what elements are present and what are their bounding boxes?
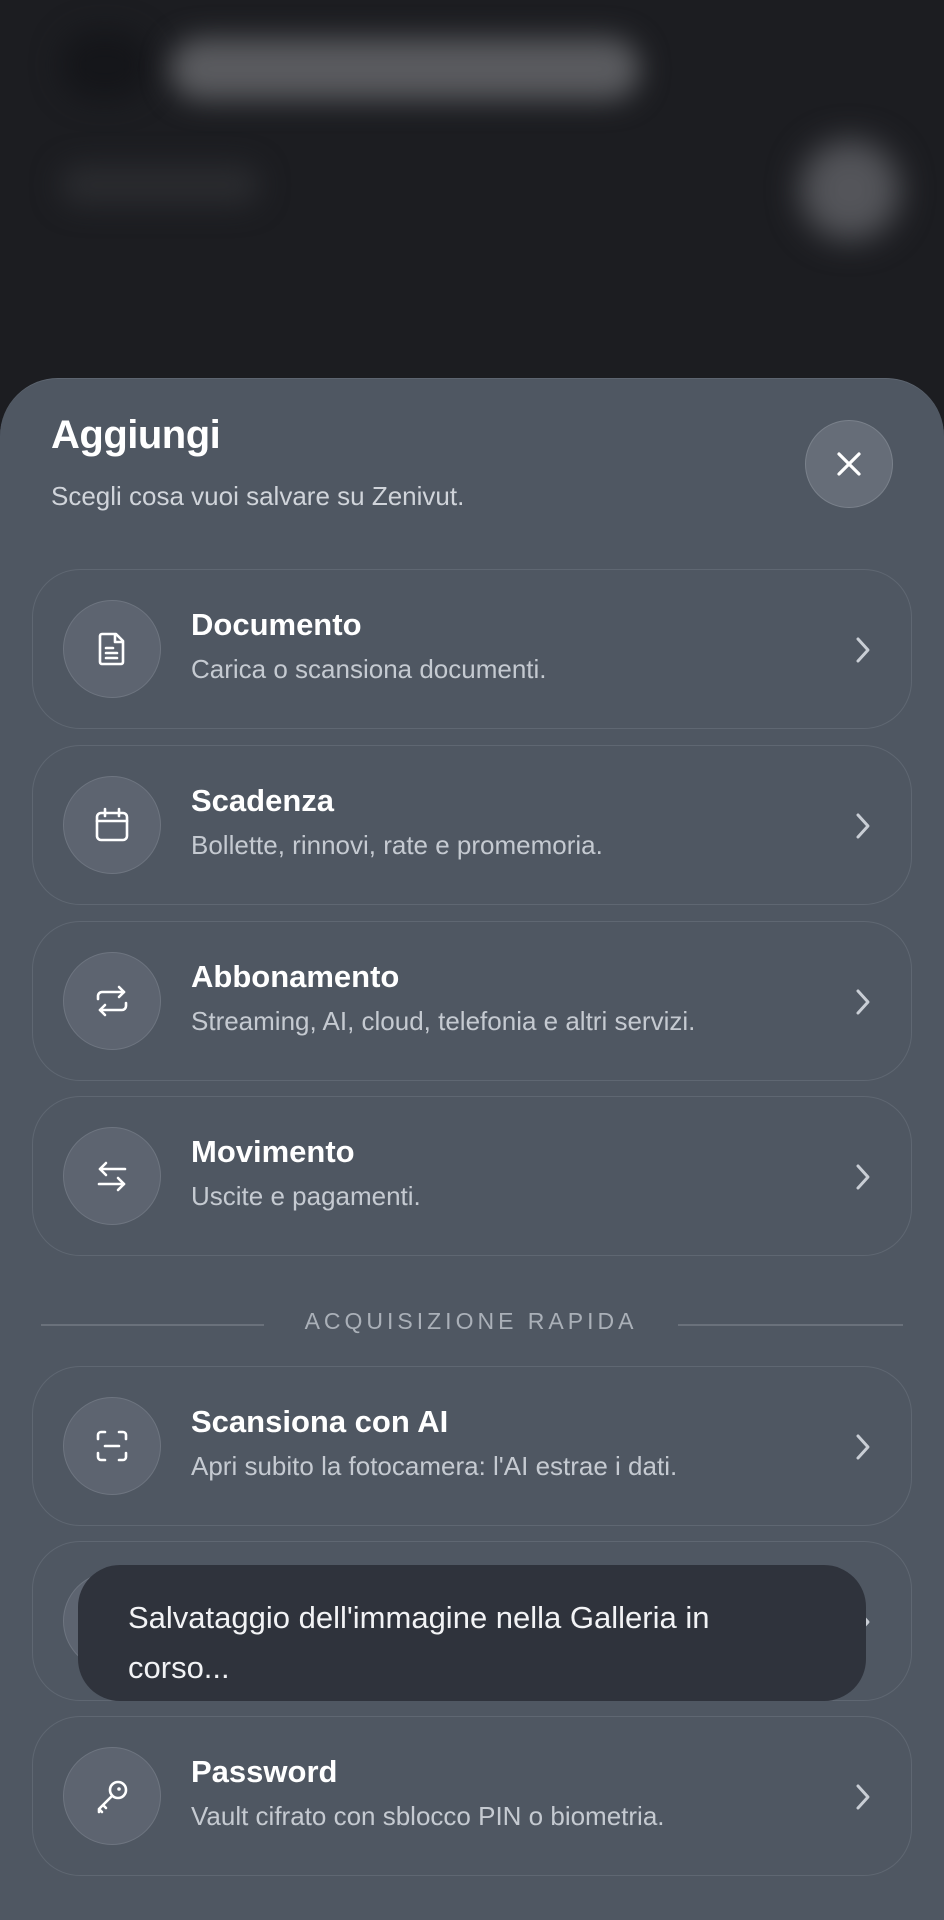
option-password[interactable]: Password Vault cifrato con sblocco PIN o… [32, 1716, 912, 1876]
transfer-arrows-icon [97, 1161, 127, 1192]
key-icon [97, 1780, 128, 1814]
option-description: Vault cifrato con sblocco PIN o biometri… [191, 1801, 665, 1831]
blurred-back-button [60, 30, 150, 100]
calendar-icon [95, 807, 129, 842]
option-title: Movimento [191, 1134, 355, 1169]
document-icon [98, 632, 125, 666]
option-description: Uscite e pagamenti. [191, 1181, 421, 1211]
option-title: Scadenza [191, 783, 335, 818]
close-button[interactable] [805, 420, 893, 508]
sheet-title: Aggiungi [51, 413, 221, 457]
chevron-right-icon [849, 1779, 877, 1815]
toast-line-1: Salvataggio dell'immagine nella Galleria… [128, 1600, 710, 1635]
toast-line-2: corso... [128, 1650, 230, 1685]
option-description: Bollette, rinnovi, rate e promemoria. [191, 830, 603, 860]
chevron-right-icon [849, 1159, 877, 1195]
section-divider-left [41, 1324, 264, 1326]
background-app [0, 0, 944, 420]
chevron-right-icon [849, 984, 877, 1020]
chevron-right-icon [849, 632, 877, 668]
option-description: Apri subito la fotocamera: l'AI estrae i… [191, 1451, 678, 1481]
option-description: Streaming, AI, cloud, telefonia e altri … [191, 1006, 696, 1036]
section-label: ACQUISIZIONE RAPIDA [304, 1308, 638, 1334]
option-icon-wrap [63, 1397, 161, 1495]
blurred-header-subtitle [60, 165, 260, 205]
section-divider-right [678, 1324, 903, 1326]
close-icon [837, 452, 861, 476]
option-icon-wrap [63, 952, 161, 1050]
option-abbonamento[interactable]: Abbonamento Streaming, AI, cloud, telefo… [32, 921, 912, 1081]
option-icon-wrap [63, 1127, 161, 1225]
repeat-icon [96, 985, 128, 1017]
option-icon-wrap [63, 1747, 161, 1845]
toast-message: Salvataggio dell'immagine nella Galleria… [78, 1565, 866, 1701]
option-title: Password [191, 1754, 338, 1789]
chevron-right-icon [849, 808, 877, 844]
sheet-subtitle: Scegli cosa vuoi salvare su Zenivut. [51, 481, 465, 511]
option-description: Carica o scansiona documenti. [191, 654, 547, 684]
option-icon-wrap [63, 600, 161, 698]
option-icon-wrap [63, 776, 161, 874]
option-scansiona-con-ai[interactable]: Scansiona con AI Apri subito la fotocame… [32, 1366, 912, 1526]
option-title: Documento [191, 607, 362, 642]
option-title: Abbonamento [191, 959, 400, 994]
option-documento[interactable]: Documento Carica o scansiona documenti. [32, 569, 912, 729]
chevron-right-icon [849, 1429, 877, 1465]
blurred-header-title [170, 38, 640, 100]
scan-icon [96, 1430, 128, 1462]
option-movimento[interactable]: Movimento Uscite e pagamenti. [32, 1096, 912, 1256]
blurred-avatar [800, 140, 900, 240]
option-title: Scansiona con AI [191, 1404, 449, 1439]
option-scadenza[interactable]: Scadenza Bollette, rinnovi, rate e prome… [32, 745, 912, 905]
